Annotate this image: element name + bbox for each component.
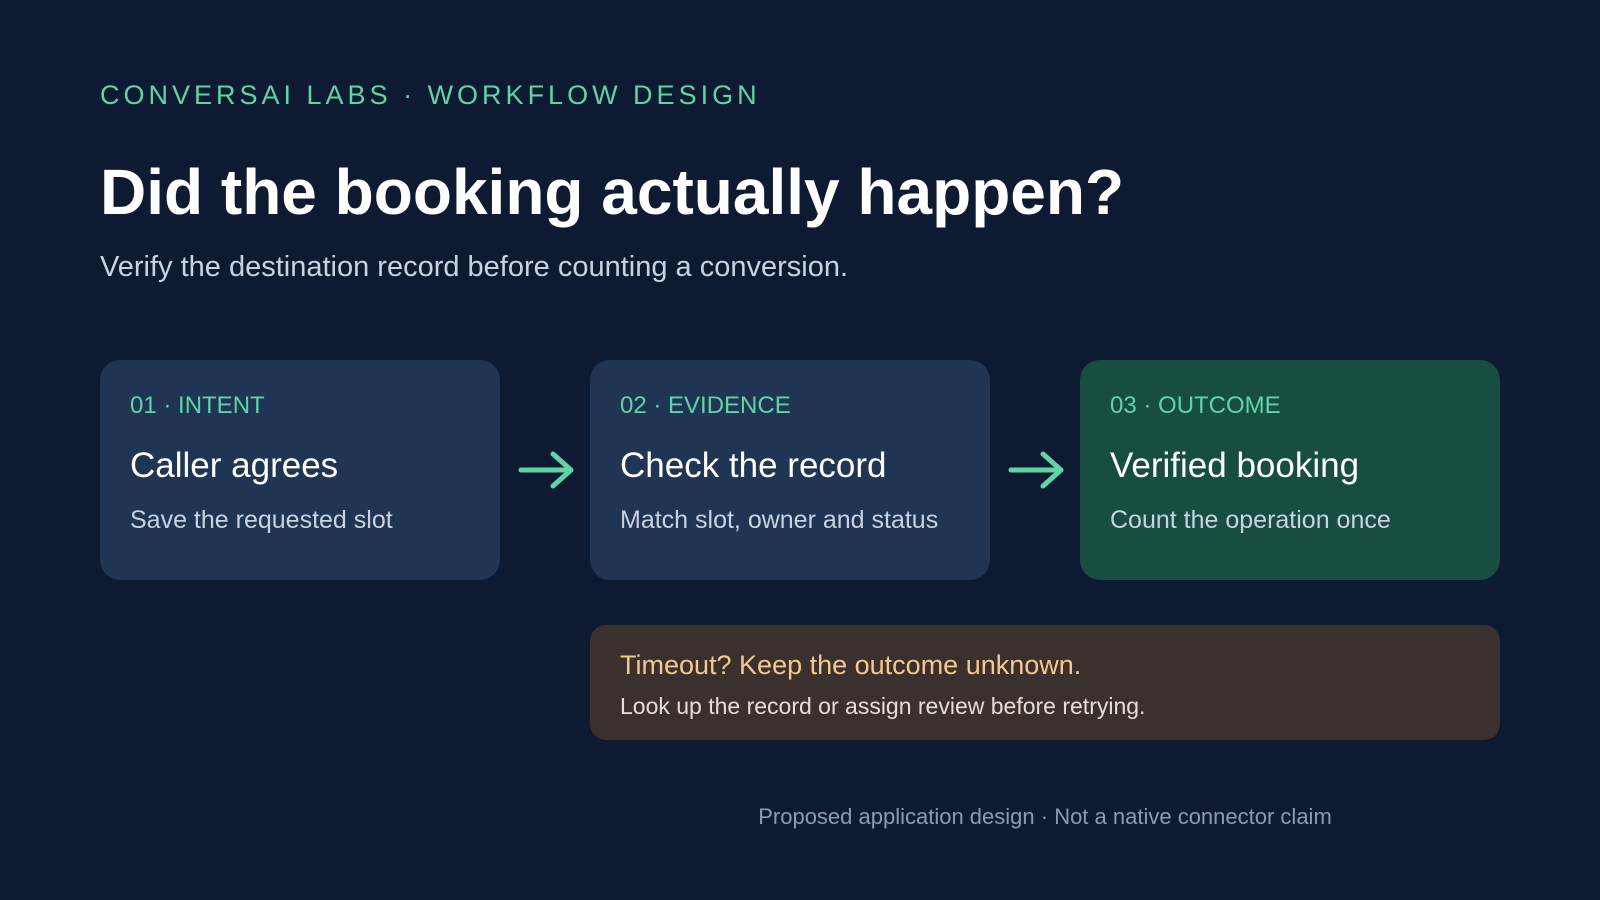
slide: CONVERSAI LABS · WORKFLOW DESIGN Did the… bbox=[0, 0, 1600, 900]
step-heading: Verified booking bbox=[1110, 446, 1360, 485]
eyebrow-label: CONVERSAI LABS · WORKFLOW DESIGN bbox=[100, 80, 761, 110]
timeout-warning: Timeout? Keep the outcome unknown. bbox=[620, 650, 1082, 680]
arrow-right-icon bbox=[518, 451, 574, 489]
step-heading: Check the record bbox=[620, 446, 887, 485]
step-description: Count the operation once bbox=[1110, 506, 1391, 534]
arrow-right-icon bbox=[1008, 451, 1064, 489]
step-card-intent: 01 · INTENT Caller agrees Save the reque… bbox=[100, 360, 500, 580]
step-description: Match slot, owner and status bbox=[620, 506, 939, 534]
page-subtitle: Verify the destination record before cou… bbox=[100, 251, 849, 283]
step-card-evidence: 02 · EVIDENCE Check the record Match slo… bbox=[590, 360, 990, 580]
page-title: Did the booking actually happen? bbox=[100, 156, 1125, 228]
timeout-hint: Look up the record or assign review befo… bbox=[620, 693, 1146, 719]
step-number: 02 · EVIDENCE bbox=[620, 392, 791, 419]
step-card-outcome: 03 · OUTCOME Verified booking Count the … bbox=[1080, 360, 1500, 580]
step-description: Save the requested slot bbox=[130, 506, 393, 534]
step-heading: Caller agrees bbox=[130, 446, 339, 485]
step-number: 03 · OUTCOME bbox=[1110, 392, 1281, 419]
step-number: 01 · INTENT bbox=[130, 392, 265, 419]
timeout-note: Timeout? Keep the outcome unknown. Look … bbox=[590, 625, 1500, 740]
footer-note: Proposed application design · Not a nati… bbox=[758, 804, 1332, 829]
